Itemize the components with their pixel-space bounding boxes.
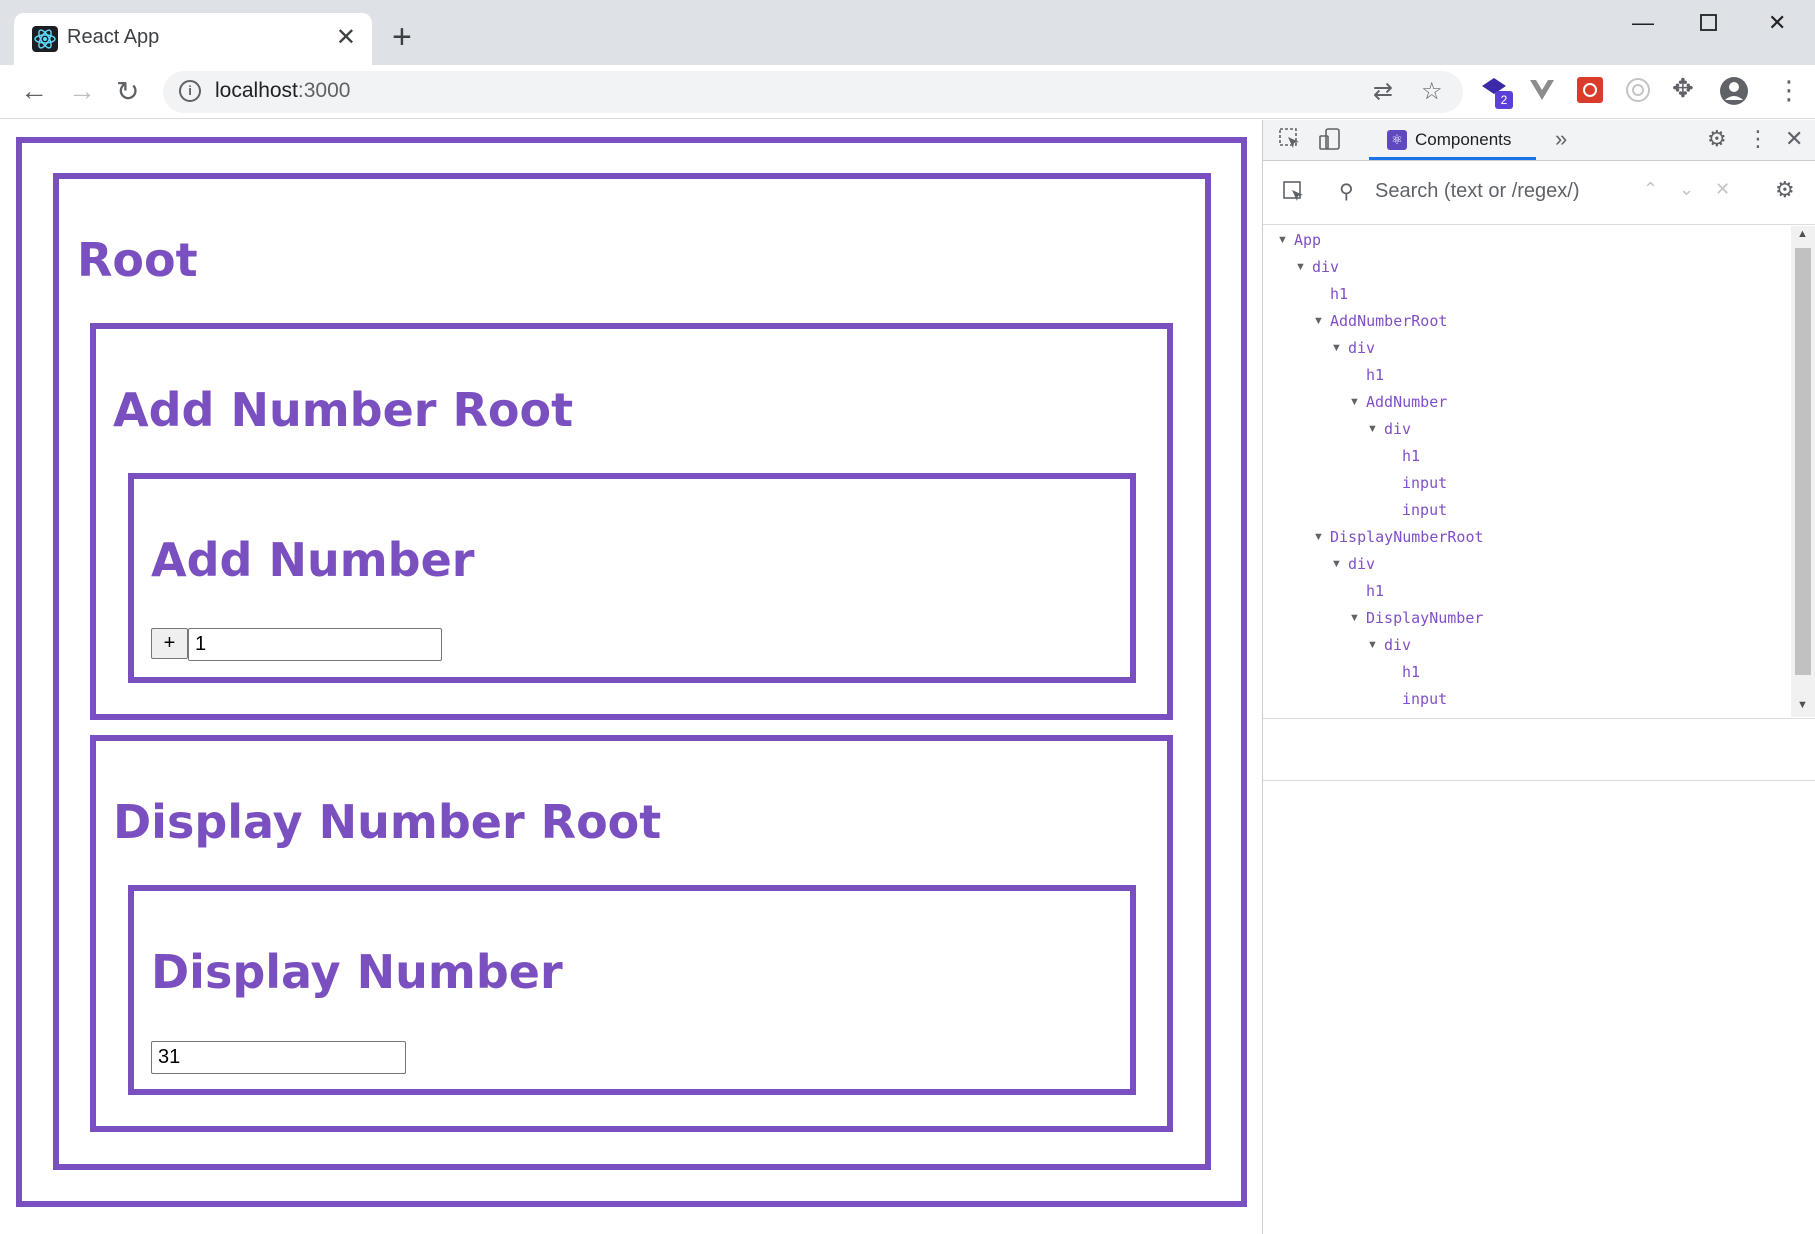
profile-avatar-icon[interactable] bbox=[1719, 76, 1748, 105]
collapse-arrow-icon[interactable]: ▼ bbox=[1331, 342, 1342, 354]
collapse-arrow-icon[interactable]: ▼ bbox=[1331, 558, 1342, 570]
browser-menu-icon[interactable]: ⋮ bbox=[1776, 75, 1802, 106]
scroll-down-icon[interactable]: ▼ bbox=[1797, 699, 1808, 711]
tree-node[interactable]: div bbox=[1348, 339, 1375, 357]
window-close-icon[interactable]: ✕ bbox=[1768, 10, 1786, 36]
device-toolbar-icon[interactable] bbox=[1319, 128, 1341, 156]
forward-icon[interactable]: → bbox=[68, 75, 96, 107]
component-details-pane bbox=[1263, 718, 1815, 781]
tab-close-icon[interactable]: ✕ bbox=[336, 23, 356, 52]
translate-icon[interactable]: ⇄ bbox=[1373, 77, 1393, 106]
select-component-icon[interactable] bbox=[1283, 181, 1305, 209]
component-tree: ▼ App ▼ div h1 ▼ AddNumberRoot ▼ div h1 … bbox=[1263, 226, 1791, 717]
back-icon[interactable]: ← bbox=[20, 75, 48, 107]
tree-node[interactable]: div bbox=[1348, 555, 1375, 573]
tree-node[interactable]: div bbox=[1312, 258, 1339, 276]
inspect-element-icon[interactable] bbox=[1279, 128, 1301, 156]
extension-badge-icon[interactable]: 2 bbox=[1480, 76, 1513, 109]
devtools-menu-icon[interactable]: ⋮ bbox=[1747, 126, 1769, 152]
add-number-heading: Add Number bbox=[151, 533, 475, 587]
component-settings-icon[interactable]: ⚙ bbox=[1775, 177, 1795, 203]
collapse-arrow-icon[interactable]: ▼ bbox=[1349, 396, 1360, 408]
target-extension-icon[interactable] bbox=[1624, 76, 1652, 104]
tree-node[interactable]: h1 bbox=[1366, 366, 1384, 384]
react-favicon-icon bbox=[32, 26, 58, 52]
tree-node[interactable]: DisplayNumber bbox=[1366, 609, 1483, 627]
tree-node[interactable]: AddNumberRoot bbox=[1330, 312, 1447, 330]
scrollbar-thumb[interactable] bbox=[1795, 248, 1811, 675]
tree-node[interactable]: App bbox=[1294, 231, 1321, 249]
previous-result-icon[interactable]: ⌃ bbox=[1643, 179, 1658, 200]
more-tabs-icon[interactable]: » bbox=[1555, 126, 1567, 152]
tree-node[interactable]: h1 bbox=[1330, 285, 1348, 303]
extension-badge-count: 2 bbox=[1495, 91, 1513, 109]
new-tab-icon[interactable]: + bbox=[392, 20, 412, 54]
extensions-puzzle-icon[interactable]: ✥ bbox=[1672, 73, 1694, 104]
vue-devtools-icon[interactable] bbox=[1528, 76, 1556, 104]
tree-node[interactable]: DisplayNumberRoot bbox=[1330, 528, 1484, 546]
reload-icon[interactable]: ↻ bbox=[116, 75, 139, 108]
browser-toolbar: ← → ↻ i localhost:3000 ⇄ ☆ 2 ✥ ⋮ bbox=[0, 65, 1815, 119]
tree-node[interactable]: div bbox=[1384, 636, 1411, 654]
devtools-panel: ⚛ Components » ⚙ ⋮ ✕ ⚲ Search (text or /… bbox=[1262, 120, 1815, 1234]
collapse-arrow-icon[interactable]: ▼ bbox=[1349, 612, 1360, 624]
add-number-input[interactable]: 1 bbox=[188, 628, 442, 661]
tree-node[interactable]: h1 bbox=[1402, 663, 1420, 681]
tree-scrollbar[interactable]: ▲ ▼ bbox=[1791, 226, 1815, 717]
component-search-bar: ⚲ Search (text or /regex/) ⌃ ⌄ ✕ ⚙ bbox=[1263, 161, 1815, 225]
collapse-arrow-icon[interactable]: ▼ bbox=[1367, 639, 1378, 651]
collapse-arrow-icon[interactable]: ▼ bbox=[1313, 531, 1324, 543]
tree-node[interactable]: input bbox=[1402, 690, 1447, 708]
add-number-root-heading: Add Number Root bbox=[113, 383, 574, 437]
tree-node[interactable]: h1 bbox=[1402, 447, 1420, 465]
tab-components[interactable]: ⚛ Components bbox=[1369, 120, 1536, 160]
clear-search-icon[interactable]: ✕ bbox=[1715, 179, 1730, 200]
bookmark-star-icon[interactable]: ☆ bbox=[1421, 77, 1443, 106]
url-text: localhost:3000 bbox=[215, 79, 350, 103]
root-heading: Root bbox=[77, 233, 198, 287]
components-tab-label: Components bbox=[1415, 130, 1512, 149]
minimize-icon[interactable]: — bbox=[1632, 10, 1654, 36]
tree-node[interactable]: input bbox=[1402, 501, 1447, 519]
url-port: :3000 bbox=[297, 79, 351, 102]
display-number-input[interactable]: 31 bbox=[151, 1041, 406, 1074]
display-number-heading: Display Number bbox=[151, 945, 563, 999]
tree-node[interactable]: AddNumber bbox=[1366, 393, 1447, 411]
tab-title: React App bbox=[67, 26, 160, 48]
collapse-arrow-icon[interactable]: ▼ bbox=[1313, 315, 1324, 327]
tree-node[interactable]: input bbox=[1402, 474, 1447, 492]
browser-tab[interactable]: React App ✕ bbox=[14, 13, 372, 65]
plus-button[interactable]: + bbox=[151, 628, 188, 659]
next-result-icon[interactable]: ⌄ bbox=[1679, 179, 1694, 200]
display-number-root-heading: Display Number Root bbox=[113, 795, 662, 849]
tree-node[interactable]: h1 bbox=[1366, 582, 1384, 600]
maximize-icon[interactable] bbox=[1700, 12, 1718, 38]
page-content: Root Add Number Root Add Number + 1 Disp… bbox=[0, 120, 1262, 1234]
devtools-close-icon[interactable]: ✕ bbox=[1785, 126, 1803, 152]
address-bar[interactable]: i localhost:3000 ⇄ ☆ bbox=[163, 71, 1463, 113]
scroll-up-icon[interactable]: ▲ bbox=[1797, 228, 1808, 240]
react-devtools-icon[interactable] bbox=[1576, 76, 1604, 104]
tree-node[interactable]: div bbox=[1384, 420, 1411, 438]
devtools-settings-icon[interactable]: ⚙ bbox=[1707, 126, 1727, 152]
component-search-input[interactable]: Search (text or /regex/) bbox=[1375, 180, 1580, 203]
url-host: localhost bbox=[215, 79, 298, 102]
react-components-icon: ⚛ bbox=[1387, 130, 1407, 150]
collapse-arrow-icon[interactable]: ▼ bbox=[1367, 423, 1378, 435]
collapse-arrow-icon[interactable]: ▼ bbox=[1277, 234, 1288, 246]
devtools-tabbar: ⚛ Components » ⚙ ⋮ ✕ bbox=[1263, 120, 1815, 161]
search-icon: ⚲ bbox=[1339, 181, 1354, 203]
collapse-arrow-icon[interactable]: ▼ bbox=[1295, 261, 1306, 273]
tab-strip: React App ✕ + — ✕ bbox=[0, 0, 1815, 65]
site-info-icon[interactable]: i bbox=[179, 80, 201, 102]
